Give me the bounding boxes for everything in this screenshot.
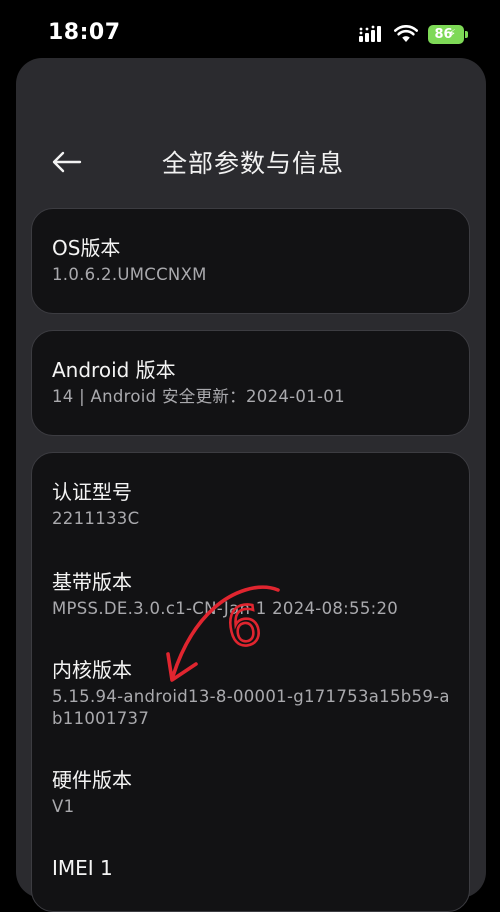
arrow-left-icon bbox=[52, 151, 82, 173]
header: 全部参数与信息 bbox=[16, 142, 486, 182]
imei-1-item[interactable]: IMEI 1 bbox=[52, 855, 453, 884]
android-version-item[interactable]: Android 版本 14 | Android 安全更新：2024-01-01 bbox=[52, 357, 453, 408]
status-icons: 86 ⚡ bbox=[358, 22, 468, 46]
hardware-version-value: V1 bbox=[52, 797, 75, 816]
cellular-signal-icon bbox=[359, 25, 381, 42]
kernel-version-label: 内核版本 bbox=[52, 658, 132, 682]
os-version-item[interactable]: OS版本 1.0.6.2.UMCCNXM bbox=[52, 235, 453, 286]
settings-sheet: 全部参数与信息 OS版本 1.0.6.2.UMCCNXM Android 版本 … bbox=[16, 58, 486, 912]
os-version-value: 1.0.6.2.UMCCNXM bbox=[52, 265, 207, 284]
os-version-card[interactable]: OS版本 1.0.6.2.UMCCNXM bbox=[31, 208, 470, 314]
baseband-version-item[interactable]: 基带版本 MPSS.DE.3.0.c1-CN-Jan 1 2024-08:55:… bbox=[52, 569, 453, 620]
certified-model-value: 2211133C bbox=[52, 509, 140, 528]
baseband-version-value: MPSS.DE.3.0.c1-CN-Jan 1 2024-08:55:20 bbox=[52, 599, 399, 618]
android-version-card[interactable]: Android 版本 14 | Android 安全更新：2024-01-01 bbox=[31, 330, 470, 436]
status-bar: 18:07 86 ⚡ bbox=[0, 0, 500, 64]
os-version-label: OS版本 bbox=[52, 236, 121, 260]
hardware-version-item[interactable]: 硬件版本 V1 bbox=[52, 767, 453, 818]
kernel-version-value: 5.15.94-android13-8-00001-g171753a15b59-… bbox=[52, 687, 450, 728]
page-title: 全部参数与信息 bbox=[162, 149, 345, 178]
hardware-version-label: 硬件版本 bbox=[52, 768, 132, 792]
certified-model-item[interactable]: 认证型号 2211133C bbox=[52, 479, 453, 530]
android-version-label: Android 版本 bbox=[52, 358, 176, 382]
status-time: 18:07 bbox=[48, 20, 121, 45]
baseband-version-label: 基带版本 bbox=[52, 570, 132, 594]
charging-bolt-icon: ⚡ bbox=[448, 26, 456, 40]
certified-model-label: 认证型号 bbox=[52, 480, 132, 504]
imei-1-label: IMEI 1 bbox=[52, 856, 113, 880]
android-version-value: 14 | Android 安全更新：2024-01-01 bbox=[52, 387, 345, 406]
device-details-card: 认证型号 2211133C 基带版本 MPSS.DE.3.0.c1-CN-Jan… bbox=[31, 452, 470, 912]
kernel-version-item[interactable]: 内核版本 5.15.94-android13-8-00001-g171753a1… bbox=[52, 657, 453, 730]
wifi-icon bbox=[394, 25, 418, 42]
back-button[interactable] bbox=[48, 146, 84, 178]
battery-icon: 86 ⚡ bbox=[428, 24, 468, 44]
